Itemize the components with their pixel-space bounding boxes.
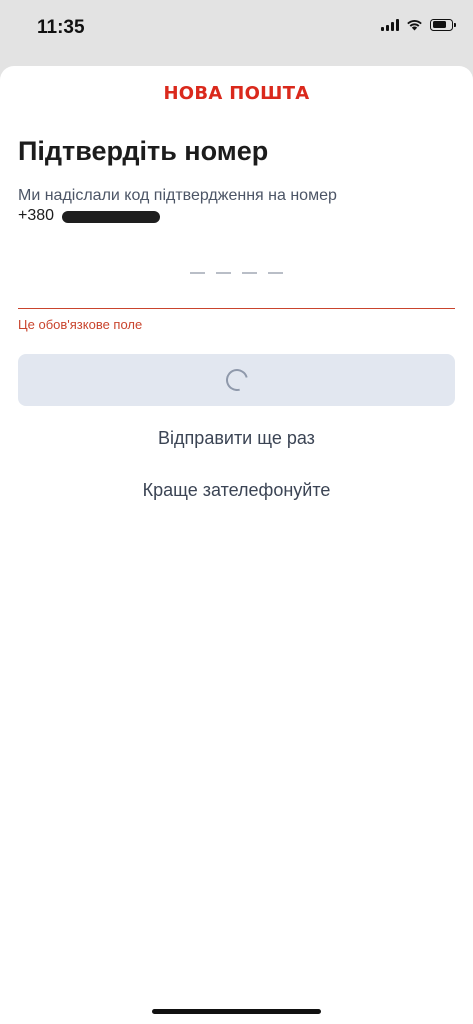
phone-number: +380 [18, 206, 161, 226]
wifi-icon [407, 20, 422, 31]
page-title: Підтвердіть номер [18, 136, 269, 166]
verification-sheet: НОВА ПОШТА Підтвердіть номер Ми надіслал… [0, 66, 473, 1024]
cellular-signal-icon [381, 18, 399, 31]
battery-icon [430, 18, 456, 31]
home-indicator[interactable] [152, 1009, 321, 1014]
code-digit-slot[interactable] [242, 272, 257, 274]
error-message: Це обов'язкове поле [18, 317, 143, 332]
phone-prefix: +380 [18, 207, 55, 224]
masked-phone-digits [62, 211, 161, 223]
resend-code-button[interactable]: Відправити ще раз [0, 428, 473, 449]
code-input[interactable] [0, 272, 473, 274]
status-time: 11:35 [37, 17, 85, 38]
code-digit-slot[interactable] [216, 272, 231, 274]
verification-subtitle: Ми надіслали код підтвердження на номер [18, 187, 337, 204]
status-icons [381, 18, 456, 31]
code-digit-slot[interactable] [190, 272, 205, 274]
submit-button[interactable] [18, 354, 455, 406]
call-instead-button[interactable]: Краще зателефонуйте [0, 480, 473, 501]
code-digit-slot[interactable] [268, 272, 283, 274]
status-bar: 11:35 [0, 0, 473, 58]
code-input-underline [18, 308, 455, 309]
loading-spinner-icon [221, 364, 252, 396]
nova-poshta-logo: НОВА ПОШТА [163, 83, 310, 104]
